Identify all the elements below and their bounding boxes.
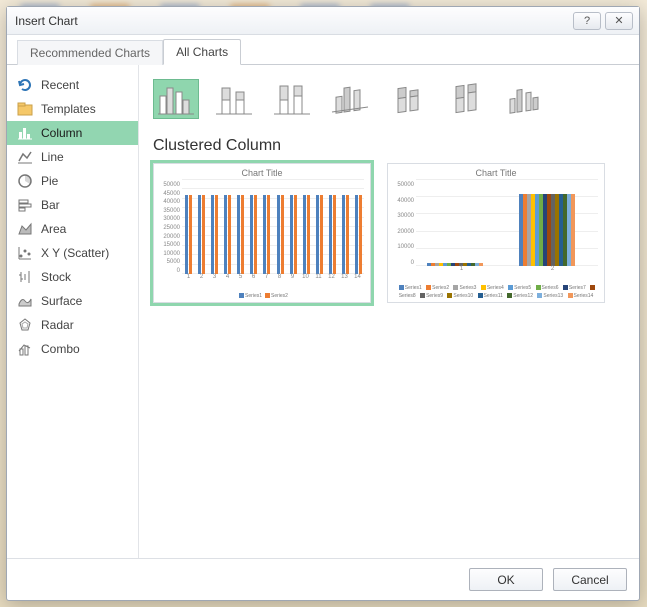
chart-previews: Chart Title 0500010000150002000025000300… — [153, 163, 625, 303]
preview-clustered-column-1[interactable]: Chart Title 0500010000150002000025000300… — [153, 163, 371, 303]
sidebar-item-templates[interactable]: Templates — [7, 97, 138, 121]
insert-chart-dialog: Insert Chart ? ✕ Recommended Charts All … — [6, 6, 640, 601]
preview1-plot — [182, 182, 364, 274]
titlebar: Insert Chart ? ✕ — [7, 7, 639, 35]
stock-icon — [17, 269, 33, 285]
subtype-3d-clustered-column[interactable] — [327, 79, 373, 119]
close-button[interactable]: ✕ — [605, 12, 633, 30]
preview1-xaxis: 1234567891011121314 — [182, 274, 364, 284]
sidebar-item-stock[interactable]: Stock — [7, 265, 138, 289]
combo-icon — [17, 341, 33, 357]
help-icon: ? — [584, 15, 590, 27]
area-icon — [17, 221, 33, 237]
preview-title: Chart Title — [388, 164, 604, 178]
radar-icon — [17, 317, 33, 333]
subtype-3d-column[interactable] — [501, 79, 547, 119]
sidebar-item-bar[interactable]: Bar — [7, 193, 138, 217]
subtype-3d-stacked-column[interactable] — [385, 79, 431, 119]
column-icon — [17, 125, 33, 141]
sidebar-item-column[interactable]: Column — [7, 121, 138, 145]
recent-icon — [17, 77, 33, 93]
preview1-legend: Series1Series2 — [160, 292, 364, 300]
sidebar-item-recent[interactable]: Recent — [7, 73, 138, 97]
ok-button[interactable]: OK — [469, 568, 543, 591]
sidebar-item-combo[interactable]: Combo — [7, 337, 138, 361]
pie-icon — [17, 173, 33, 189]
chart-content-pane: Clustered Column Chart Title 05000100001… — [139, 65, 639, 558]
section-title: Clustered Column — [153, 137, 625, 155]
sidebar-item-pie[interactable]: Pie — [7, 169, 138, 193]
sidebar-item-label: Stock — [41, 270, 71, 284]
preview-title: Chart Title — [154, 164, 370, 178]
preview1-yaxis: 0500010000150002000025000300003500040000… — [156, 182, 180, 274]
preview2-xaxis: 12 — [416, 266, 598, 276]
subtype-clustered-column[interactable] — [153, 79, 199, 119]
sidebar-item-label: Area — [41, 222, 66, 236]
sidebar-item-label: Column — [41, 126, 82, 140]
surface-icon — [17, 293, 33, 309]
sidebar-item-area[interactable]: Area — [7, 217, 138, 241]
line-icon — [17, 149, 33, 165]
sidebar-item-radar[interactable]: Radar — [7, 313, 138, 337]
column-subtype-row — [153, 75, 625, 123]
sidebar-item-line[interactable]: Line — [7, 145, 138, 169]
sidebar-item-label: X Y (Scatter) — [41, 246, 109, 260]
chart-category-sidebar: Recent Templates Column Line Pie — [7, 65, 139, 558]
sidebar-item-label: Recent — [41, 78, 79, 92]
subtype-stacked-column[interactable] — [211, 79, 257, 119]
sidebar-item-label: Templates — [41, 102, 96, 116]
bar-icon — [17, 197, 33, 213]
preview-clustered-column-2[interactable]: Chart Title 01000020000300004000050000 1… — [387, 163, 605, 303]
tabstrip: Recommended Charts All Charts — [7, 35, 639, 65]
sidebar-item-label: Bar — [41, 198, 60, 212]
tab-all-charts[interactable]: All Charts — [163, 39, 241, 65]
tab-recommended-charts[interactable]: Recommended Charts — [17, 40, 163, 65]
scatter-icon — [17, 245, 33, 261]
preview2-yaxis: 01000020000300004000050000 — [390, 182, 414, 266]
close-icon: ✕ — [614, 14, 623, 27]
subtype-3d-100-stacked-column[interactable] — [443, 79, 489, 119]
sidebar-item-label: Radar — [41, 318, 74, 332]
sidebar-item-label: Line — [41, 150, 64, 164]
sidebar-item-xy[interactable]: X Y (Scatter) — [7, 241, 138, 265]
sidebar-item-label: Combo — [41, 342, 80, 356]
cancel-button[interactable]: Cancel — [553, 568, 627, 591]
window-title: Insert Chart — [15, 14, 569, 28]
subtype-100-stacked-column[interactable] — [269, 79, 315, 119]
sidebar-item-label: Pie — [41, 174, 58, 188]
help-button[interactable]: ? — [573, 12, 601, 30]
dialog-footer: OK Cancel — [7, 558, 639, 600]
preview2-legend: Series1 Series2 Series3 Series4 Series5 … — [394, 284, 598, 300]
sidebar-item-label: Surface — [41, 294, 82, 308]
preview2-plot — [416, 182, 598, 266]
templates-icon — [17, 101, 33, 117]
sidebar-item-surface[interactable]: Surface — [7, 289, 138, 313]
